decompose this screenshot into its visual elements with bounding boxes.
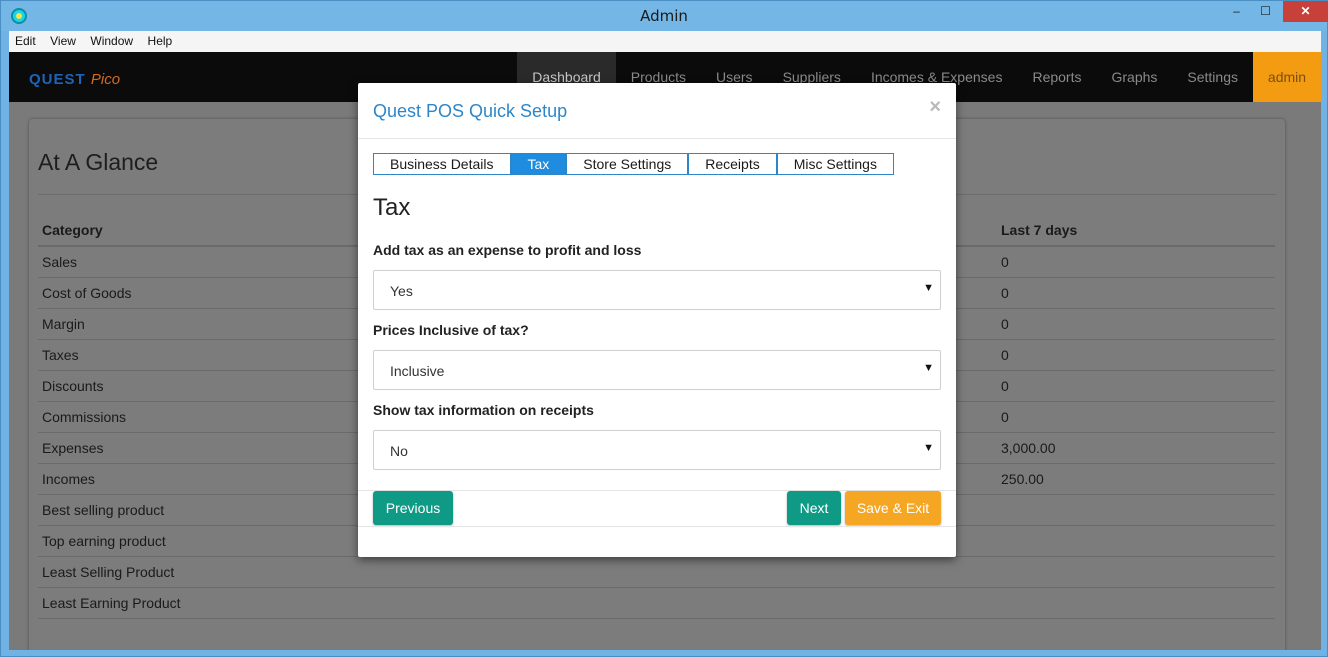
select-value: No xyxy=(390,443,408,459)
category-cell: Discounts xyxy=(42,378,104,394)
brand-logo[interactable]: QUEST Pico xyxy=(29,71,120,88)
caret-down-icon: ▼ xyxy=(923,282,934,294)
select-value: Yes xyxy=(390,283,413,299)
page-title: At A Glance xyxy=(38,149,159,175)
category-cell: Best selling product xyxy=(42,502,165,518)
category-cell: Least Selling Product xyxy=(42,564,175,580)
tax-expense-select[interactable]: Yes ▼ xyxy=(373,270,941,310)
tab-misc-settings[interactable]: Misc Settings xyxy=(777,154,893,174)
quick-setup-modal: Quest POS Quick Setup × Business Details… xyxy=(358,83,956,557)
category-cell: Commissions xyxy=(42,409,127,425)
tab-business-details[interactable]: Business Details xyxy=(374,154,512,174)
modal-title: Quest POS Quick Setup xyxy=(373,101,568,121)
section-title: Tax xyxy=(373,194,411,221)
setup-tabs: Business Details Tax Store Settings Rece… xyxy=(373,153,894,175)
last-7-days-cell: 0 xyxy=(1001,254,1009,270)
app-window: Admin ‒ ☐ ✕ Edit View Window Help QUEST … xyxy=(0,0,1328,657)
category-cell: Cost of Goods xyxy=(42,285,132,301)
divider xyxy=(358,526,956,527)
category-cell: Margin xyxy=(42,316,85,332)
menu-bar: Edit View Window Help xyxy=(9,31,1321,52)
menu-view[interactable]: View xyxy=(44,31,80,48)
show-tax-receipts-select[interactable]: No ▼ xyxy=(373,430,941,470)
last-7-days-cell: 0 xyxy=(1001,409,1009,425)
prices-inclusive-label: Prices Inclusive of tax? xyxy=(373,322,529,338)
close-window-button[interactable]: ✕ xyxy=(1283,1,1328,22)
caret-down-icon: ▼ xyxy=(923,442,934,454)
prices-inclusive-select[interactable]: Inclusive ▼ xyxy=(373,350,941,390)
column-header-category: Category xyxy=(42,222,103,238)
show-tax-receipts-label: Show tax information on receipts xyxy=(373,402,594,418)
last-7-days-cell: 0 xyxy=(1001,316,1009,332)
tab-receipts[interactable]: Receipts xyxy=(689,154,778,174)
last-7-days-cell: 0 xyxy=(1001,378,1009,394)
nav-reports[interactable]: Reports xyxy=(1017,52,1096,102)
user-menu-admin[interactable]: admin xyxy=(1253,52,1321,102)
window-title: Admin xyxy=(640,7,688,25)
table-row: Least Earning Product xyxy=(38,588,1275,619)
divider xyxy=(358,138,956,139)
table-row: Least Selling Product xyxy=(38,557,1275,588)
last-7-days-cell: 250.00 xyxy=(1001,471,1044,487)
minimize-button[interactable]: ‒ xyxy=(1223,1,1250,22)
category-cell: Incomes xyxy=(42,471,95,487)
tab-store-settings[interactable]: Store Settings xyxy=(567,154,690,174)
nav-graphs[interactable]: Graphs xyxy=(1096,52,1172,102)
category-cell: Taxes xyxy=(42,347,79,363)
last-7-days-cell: 0 xyxy=(1001,285,1009,301)
brand-suffix: Pico xyxy=(90,71,121,88)
save-exit-button[interactable]: Save & Exit xyxy=(845,491,941,525)
menu-window[interactable]: Window xyxy=(84,31,137,48)
menu-edit[interactable]: Edit xyxy=(9,31,40,48)
maximize-button[interactable]: ☐ xyxy=(1252,1,1279,22)
nav-settings[interactable]: Settings xyxy=(1172,52,1253,102)
tax-expense-label: Add tax as an expense to profit and loss xyxy=(373,242,642,258)
select-value: Inclusive xyxy=(390,363,445,379)
title-bar[interactable]: Admin ‒ ☐ ✕ xyxy=(1,1,1328,31)
close-icon[interactable]: × xyxy=(929,96,941,119)
category-cell: Least Earning Product xyxy=(42,595,181,611)
tab-tax[interactable]: Tax xyxy=(511,154,568,174)
category-cell: Top earning product xyxy=(42,533,166,549)
menu-help[interactable]: Help xyxy=(142,31,177,48)
previous-button[interactable]: Previous xyxy=(373,491,453,525)
category-cell: Sales xyxy=(42,254,78,270)
category-cell: Expenses xyxy=(42,440,104,456)
last-7-days-cell: 0 xyxy=(1001,347,1009,363)
column-header-last-7-days: Last 7 days xyxy=(1001,222,1078,238)
next-button[interactable]: Next xyxy=(787,491,841,525)
caret-down-icon: ▼ xyxy=(923,362,934,374)
brand-name: QUEST xyxy=(29,71,86,88)
last-7-days-cell: 3,000.00 xyxy=(1001,440,1056,456)
